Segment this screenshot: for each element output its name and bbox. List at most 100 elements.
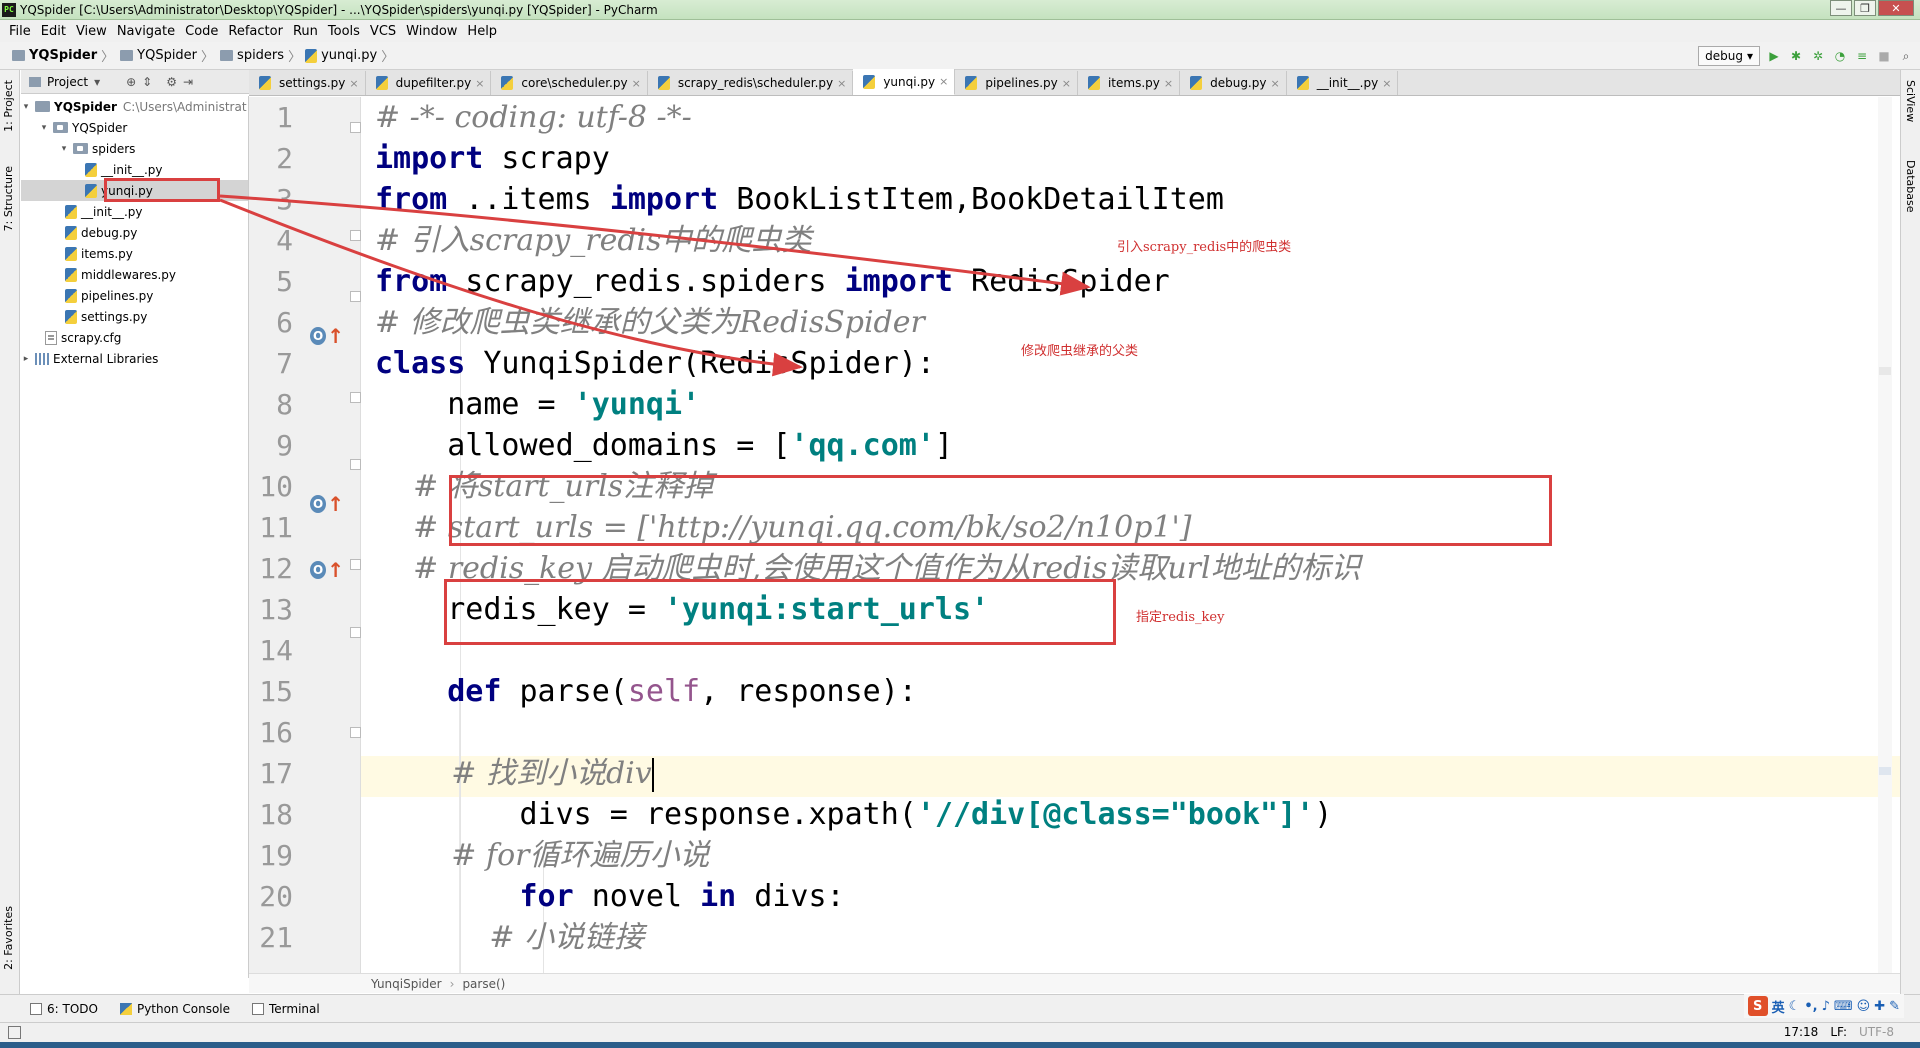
menu-help[interactable]: Help <box>462 24 502 39</box>
code-line[interactable]: # 引入scrapy_redis中的爬虫类 <box>375 220 812 261</box>
tab-debug[interactable]: debug.py × <box>1180 71 1287 95</box>
code-line[interactable]: # 小说链接 <box>375 917 644 958</box>
tab-pipelines[interactable]: pipelines.py × <box>955 71 1078 95</box>
close-tab-icon[interactable]: × <box>1382 77 1391 90</box>
code-line[interactable]: import scrapy <box>375 138 610 179</box>
tab-dupefilter[interactable]: dupefilter.py × <box>366 71 492 95</box>
stop-icon[interactable]: ■ <box>1876 48 1892 64</box>
code-line[interactable]: # -*- coding: utf-8 -*- <box>375 97 692 138</box>
close-tab-icon[interactable]: × <box>837 77 846 90</box>
override-marker-icon[interactable]: O ↑ <box>310 321 344 351</box>
code-line[interactable]: # for循环遍历小说 <box>375 835 709 876</box>
tree-item-pipelines[interactable]: pipelines.py <box>61 285 153 306</box>
code-line[interactable]: from ..items import BookListItem,BookDet… <box>375 179 1224 220</box>
tree-item-external-libraries[interactable]: ▸ External Libraries <box>21 348 159 369</box>
punctuation-icon[interactable]: •, <box>1804 999 1817 1014</box>
sciview-tool-tab[interactable]: SciView <box>1904 80 1917 122</box>
terminal-button[interactable]: Terminal <box>252 1002 320 1016</box>
chevron-right-icon[interactable]: ▸ <box>21 354 31 364</box>
tab-items[interactable]: items.py × <box>1078 71 1181 95</box>
chevron-down-icon[interactable]: ▾ <box>39 123 49 133</box>
fold-marker[interactable] <box>350 727 361 738</box>
breadcrumb-package[interactable]: YQSpider 〉 <box>114 46 214 65</box>
fold-marker[interactable] <box>350 459 361 470</box>
breadcrumb-spiders[interactable]: spiders 〉 <box>214 46 301 65</box>
code-line[interactable]: divs = response.xpath('//div[@class="boo… <box>375 794 1332 835</box>
chevron-down-icon[interactable]: ▾ <box>21 102 31 112</box>
tab-settings[interactable]: settings.py × <box>249 71 366 95</box>
code-line[interactable]: allowed_domains = ['qq.com'] <box>375 425 953 466</box>
concurrency-icon[interactable]: ≡ <box>1854 48 1870 64</box>
search-everywhere-icon[interactable]: ⌕ <box>1898 48 1914 64</box>
code-line[interactable]: name = 'yunqi' <box>375 384 700 425</box>
code-line[interactable]: # 修改爬虫类继承的父类为RedisSpider <box>375 302 925 343</box>
project-view-selector[interactable]: Project <box>47 75 88 89</box>
menu-file[interactable]: File <box>4 24 36 39</box>
menu-view[interactable]: View <box>71 24 112 39</box>
fold-marker[interactable] <box>350 392 361 403</box>
menu-vcs[interactable]: VCS <box>365 24 401 39</box>
chevron-down-icon[interactable]: ▾ <box>94 75 100 89</box>
tree-item-middlewares[interactable]: middlewares.py <box>61 264 176 285</box>
coverage-icon[interactable]: ✲ <box>1810 48 1826 64</box>
crumb-class[interactable]: YunqiSpider <box>371 977 442 991</box>
moon-icon[interactable]: ☾ <box>1789 999 1801 1014</box>
hide-panel-icon[interactable]: ⇥ <box>183 75 193 89</box>
line-separator[interactable]: LF: <box>1830 1025 1847 1039</box>
menu-code[interactable]: Code <box>180 24 223 39</box>
breadcrumb-project[interactable]: YQSpider 〉 <box>6 46 114 65</box>
skin-icon[interactable]: ✚ <box>1874 999 1885 1014</box>
fold-marker[interactable] <box>350 559 361 570</box>
code-line[interactable]: # 找到小说div <box>375 753 654 794</box>
favorites-tool-tab[interactable]: 2: Favorites <box>2 906 15 970</box>
tree-item-items[interactable]: items.py <box>61 243 133 264</box>
menu-window[interactable]: Window <box>401 24 462 39</box>
locate-icon[interactable]: ⊕ <box>126 75 136 89</box>
todo-tool-button[interactable]: 6: TODO <box>30 1002 98 1016</box>
tree-item-package[interactable]: ▾ YQSpider <box>39 117 128 138</box>
run-icon[interactable]: ▶ <box>1766 48 1782 64</box>
tree-item-spiders-init[interactable]: __init__.py <box>81 159 163 180</box>
debug-icon[interactable]: ✱ <box>1788 48 1804 64</box>
close-tab-icon[interactable]: × <box>349 77 358 90</box>
tab-redis-scheduler[interactable]: scrapy_redis\scheduler.py × <box>648 71 854 95</box>
chevron-down-icon[interactable]: ▾ <box>59 144 69 154</box>
file-encoding[interactable]: UTF-8 <box>1859 1025 1894 1039</box>
tree-item-scrapy-cfg[interactable]: scrapy.cfg <box>41 327 121 348</box>
fold-marker[interactable] <box>350 230 361 241</box>
collapse-all-icon[interactable]: ⇕ <box>142 75 152 89</box>
tree-item-settings[interactable]: settings.py <box>61 306 147 327</box>
override-marker-icon[interactable]: O ↑ <box>310 489 344 519</box>
close-tab-icon[interactable]: × <box>632 77 641 90</box>
menu-edit[interactable]: Edit <box>36 24 71 39</box>
code-line[interactable]: def parse(self, response): <box>375 671 917 712</box>
database-tool-tab[interactable]: Database <box>1904 160 1917 213</box>
tab-core-scheduler[interactable]: core\scheduler.py × <box>491 71 648 95</box>
microphone-icon[interactable]: ♪ <box>1822 999 1830 1014</box>
toggle-tool-windows-icon[interactable] <box>8 1026 21 1039</box>
crumb-method[interactable]: parse() <box>462 977 505 991</box>
tree-item-spiders[interactable]: ▾ spiders <box>59 138 136 159</box>
gear-icon[interactable]: ⚙ <box>166 75 177 89</box>
run-config-selector[interactable]: debug ▾ <box>1698 46 1760 66</box>
project-tool-tab[interactable]: 1: Project <box>2 80 15 132</box>
maximize-button[interactable]: ❐ <box>1854 0 1876 16</box>
close-button[interactable]: ✕ <box>1878 0 1914 16</box>
fold-marker[interactable] <box>350 122 361 133</box>
code-line[interactable]: for novel in divs: <box>375 876 845 917</box>
close-tab-icon[interactable]: × <box>1164 77 1173 90</box>
fold-marker[interactable] <box>350 627 361 638</box>
override-marker-icon[interactable]: O ↑ <box>310 555 344 585</box>
tree-item-debug[interactable]: debug.py <box>61 222 137 243</box>
caret-position[interactable]: 17:18 <box>1784 1025 1819 1039</box>
tree-item-project-root[interactable]: ▾ YQSpider C:\Users\Administrat <box>21 96 247 117</box>
close-tab-icon[interactable]: × <box>939 75 948 88</box>
python-console-button[interactable]: Python Console <box>119 1002 230 1016</box>
close-tab-icon[interactable]: × <box>1062 77 1071 90</box>
tools-icon[interactable]: ✎ <box>1889 999 1900 1014</box>
profile-icon[interactable]: ◔ <box>1832 48 1848 64</box>
keyboard-icon[interactable]: ⌨ <box>1834 999 1853 1014</box>
structure-tool-tab[interactable]: 7: Structure <box>2 166 15 231</box>
menu-navigate[interactable]: Navigate <box>112 24 180 39</box>
code-line[interactable]: class YunqiSpider(RedisSpider): <box>375 343 935 384</box>
